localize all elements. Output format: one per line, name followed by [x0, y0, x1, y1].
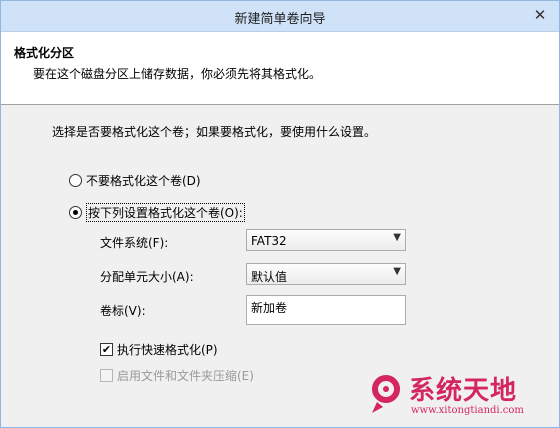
allocation-unit-value: 默认值 — [251, 270, 288, 284]
watermark: 系统天地 www.xitongtiandi.com — [369, 370, 557, 426]
watermark-url: www.xitongtiandi.com — [411, 405, 524, 416]
radio-no-format[interactable]: 不要格式化这个卷(D) — [69, 172, 201, 189]
volume-label-value: 新加卷 — [251, 301, 288, 315]
allocation-unit-select[interactable]: 默认值 ▼ — [246, 263, 406, 285]
radio-button-checked[interactable] — [69, 206, 82, 219]
radio-format-label[interactable]: 按下列设置格式化这个卷(O): — [86, 203, 245, 222]
allocation-unit-label: 分配单元大小(A): — [100, 270, 194, 284]
wizard-content: 选择是否要格式化这个卷；如果要格式化，要使用什么设置。 不要格式化这个卷(D) … — [1, 105, 559, 427]
compression-checkbox — [100, 369, 113, 382]
wizard-header: 格式化分区 要在这个磁盘分区上储存数据，你必须先将其格式化。 — [1, 32, 559, 105]
quick-format-label[interactable]: 执行快速格式化(P) — [117, 341, 218, 358]
description-text: 选择是否要格式化这个卷；如果要格式化，要使用什么设置。 — [52, 125, 377, 139]
title-bar: 新建简单卷向导 ✕ — [1, 1, 559, 32]
radio-button-unchecked[interactable] — [69, 174, 82, 187]
compression-checkbox-row: 启用文件和文件夹压缩(E) — [100, 367, 254, 384]
quick-format-checkbox-row[interactable]: ✔ 执行快速格式化(P) — [100, 341, 218, 358]
volume-label-label: 卷标(V): — [100, 304, 146, 318]
file-system-select[interactable]: FAT32 ▼ — [246, 229, 406, 251]
compression-label: 启用文件和文件夹压缩(E) — [117, 369, 254, 383]
watermark-logo-icon — [372, 375, 400, 413]
radio-no-format-label[interactable]: 不要格式化这个卷(D) — [86, 172, 201, 189]
radio-format[interactable]: 按下列设置格式化这个卷(O): — [69, 203, 245, 222]
page-subtitle: 要在这个磁盘分区上储存数据，你必须先将其格式化。 — [33, 67, 322, 81]
close-icon[interactable]: ✕ — [531, 7, 549, 23]
volume-label-input[interactable]: 新加卷 — [246, 295, 406, 325]
chevron-down-icon: ▼ — [393, 266, 401, 277]
wizard-window: 新建简单卷向导 ✕ 格式化分区 要在这个磁盘分区上储存数据，你必须先将其格式化。… — [0, 0, 560, 428]
quick-format-checkbox[interactable]: ✔ — [100, 343, 113, 356]
watermark-text: 系统天地 — [409, 376, 518, 406]
chevron-down-icon: ▼ — [393, 232, 401, 243]
window-title: 新建简单卷向导 — [234, 12, 326, 27]
page-title: 格式化分区 — [14, 46, 75, 60]
file-system-value: FAT32 — [251, 234, 287, 248]
file-system-label: 文件系统(F): — [100, 236, 169, 250]
